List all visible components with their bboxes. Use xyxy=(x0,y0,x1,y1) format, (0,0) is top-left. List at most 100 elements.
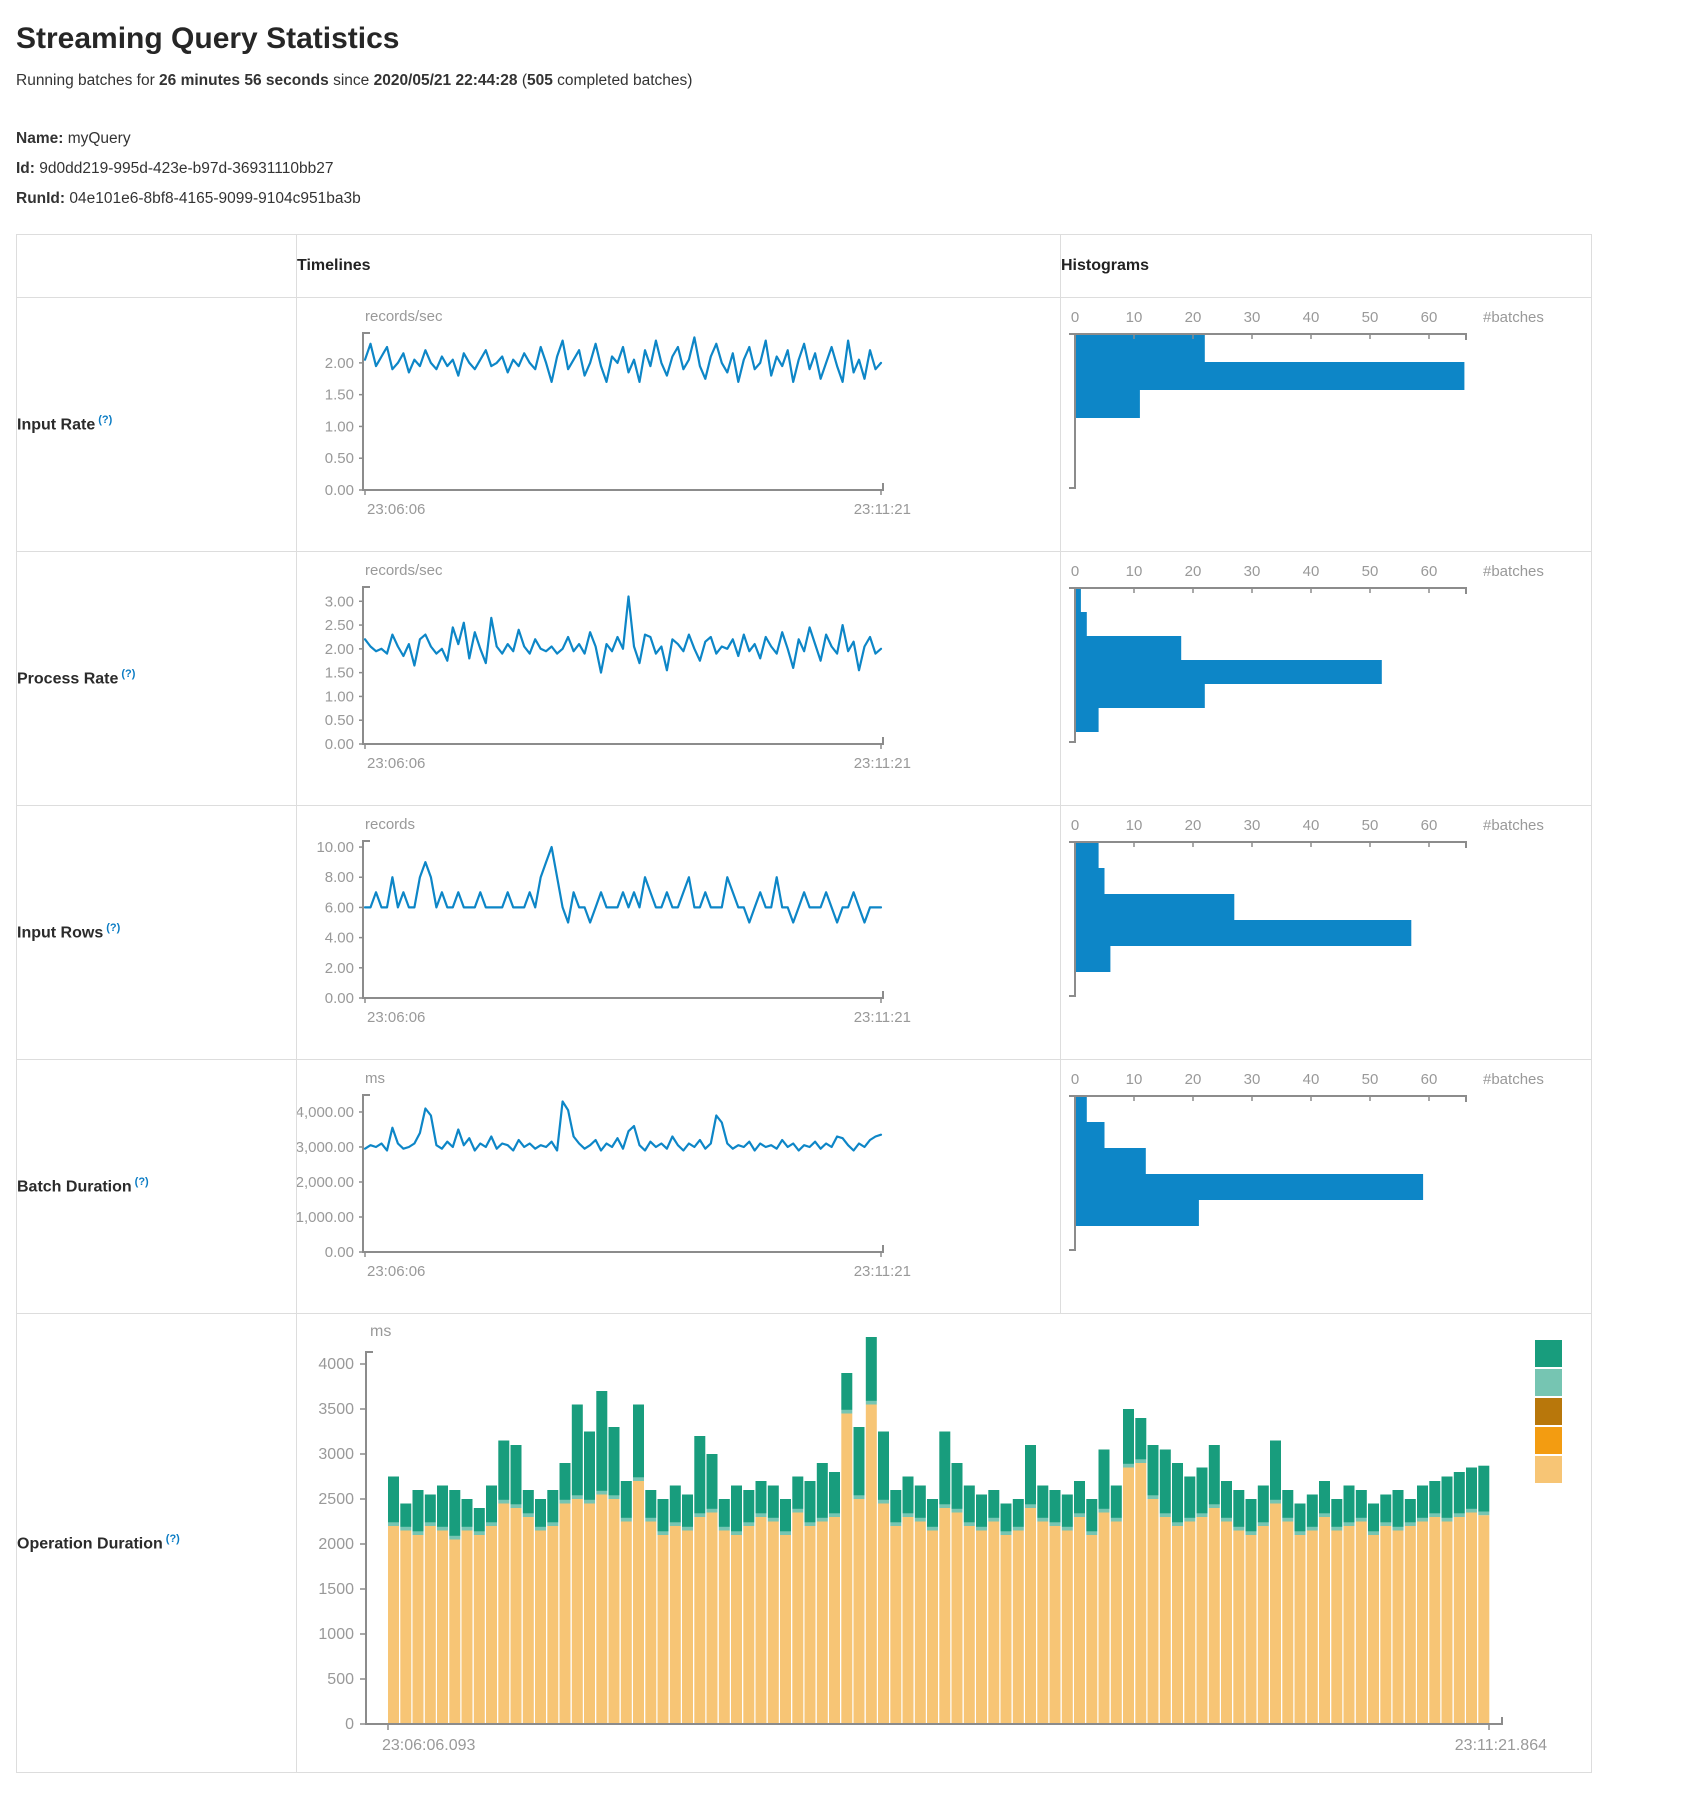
histogram-bar xyxy=(1075,842,1099,868)
op-bar-segment-mid xyxy=(1246,1531,1257,1535)
help-tooltip-icon[interactable]: (?) xyxy=(121,668,135,680)
op-bar-segment-bottom xyxy=(1405,1526,1416,1724)
op-bar-segment-mid xyxy=(817,1518,828,1522)
op-bar-segment-bottom xyxy=(1393,1531,1404,1725)
histogram-bar xyxy=(1075,1174,1423,1200)
op-bar-segment-mid xyxy=(1393,1527,1404,1531)
op-bar-segment-top xyxy=(1050,1490,1061,1522)
op-bar-segment-top xyxy=(400,1504,411,1527)
help-tooltip-icon[interactable]: (?) xyxy=(106,922,120,934)
help-tooltip-icon[interactable]: (?) xyxy=(135,1176,149,1188)
op-bar-segment-mid xyxy=(1135,1459,1146,1463)
op-bar-segment-top xyxy=(596,1391,607,1491)
op-bar-segment-top xyxy=(1295,1504,1306,1532)
help-tooltip-icon[interactable]: (?) xyxy=(98,414,112,426)
op-bar-segment-bottom xyxy=(498,1504,509,1725)
op-bar-segment-top xyxy=(927,1499,938,1527)
op-bar-segment-top xyxy=(413,1490,424,1531)
histogram-bar xyxy=(1075,636,1181,660)
op-bar-segment-top xyxy=(584,1432,595,1500)
op-bar-segment-bottom xyxy=(437,1531,448,1725)
op-bar-segment-top xyxy=(474,1508,485,1531)
help-tooltip-icon[interactable]: (?) xyxy=(166,1533,180,1545)
svg-text:2.00: 2.00 xyxy=(325,960,354,977)
row-label-input-rate: Input Rate(?) xyxy=(17,298,297,552)
op-bar-segment-top xyxy=(854,1427,865,1495)
op-bar-segment-bottom xyxy=(682,1531,693,1725)
op-bar-segment-bottom xyxy=(560,1504,571,1725)
svg-text:3500: 3500 xyxy=(318,1401,354,1418)
op-bar-segment-top xyxy=(1282,1490,1293,1518)
op-bar-segment-top xyxy=(1454,1472,1465,1513)
batches-axis-label: #batches xyxy=(1483,309,1544,326)
op-bar-segment-top xyxy=(1429,1481,1440,1513)
svg-text:50: 50 xyxy=(1362,309,1379,326)
op-bar-segment-mid xyxy=(841,1410,852,1414)
op-bar-segment-top xyxy=(1197,1468,1208,1514)
op-bar-segment-bottom xyxy=(964,1526,975,1724)
op-bar-segment-top xyxy=(1442,1477,1453,1518)
op-bar-segment-bottom xyxy=(1013,1531,1024,1725)
legend-swatch-1 xyxy=(1535,1369,1562,1396)
op-bar-segment-mid xyxy=(878,1500,889,1504)
op-bar-segment-mid xyxy=(694,1513,705,1517)
x-label-left: 23:06:06 xyxy=(367,501,425,518)
op-bar-segment-bottom xyxy=(829,1517,840,1724)
svg-text:0.00: 0.00 xyxy=(325,482,354,499)
op-bar-segment-mid xyxy=(1172,1522,1183,1526)
op-bar-segment-bottom xyxy=(1344,1526,1355,1724)
svg-text:40: 40 xyxy=(1303,1071,1320,1088)
svg-text:2.00: 2.00 xyxy=(325,355,354,372)
svg-text:1500: 1500 xyxy=(318,1581,354,1598)
op-bar-segment-mid xyxy=(535,1527,546,1531)
op-bar-segment-bottom xyxy=(707,1513,718,1725)
svg-text:0.50: 0.50 xyxy=(325,712,354,729)
op-bar-segment-bottom xyxy=(988,1522,999,1725)
op-bar-segment-mid xyxy=(511,1504,522,1508)
op-bar-segment-mid xyxy=(609,1495,620,1499)
op-bar-segment-bottom xyxy=(1062,1531,1073,1725)
op-bar-segment-bottom xyxy=(731,1535,742,1724)
summary-suffix: completed batches) xyxy=(553,72,693,89)
svg-text:10: 10 xyxy=(1126,1071,1143,1088)
op-bar-segment-top xyxy=(1344,1486,1355,1523)
op-bar-segment-bottom xyxy=(670,1526,681,1724)
op-bar-segment-bottom xyxy=(584,1504,595,1725)
timeline-series-batch-duration xyxy=(365,1102,881,1151)
op-bar-segment-mid xyxy=(523,1513,534,1517)
op-bar-segment-top xyxy=(1001,1504,1012,1532)
op-bar-segment-mid xyxy=(449,1536,460,1540)
query-runid-line: RunId: 04e101e6-8bf8-4165-9099-9104c951b… xyxy=(16,184,1677,214)
query-id-label: Id: xyxy=(16,160,35,177)
histogram-bar xyxy=(1075,708,1099,732)
svg-text:0: 0 xyxy=(1071,563,1079,580)
op-bar-segment-top xyxy=(829,1472,840,1513)
op-bar-segment-top xyxy=(1368,1504,1379,1532)
op-bar-segment-top xyxy=(572,1405,583,1496)
query-id-line: Id: 9d0dd219-995d-423e-b97d-36931110bb27 xyxy=(16,154,1677,184)
x-label-left: 23:06:06.093 xyxy=(382,1737,476,1754)
op-bar-segment-top xyxy=(609,1427,620,1495)
op-bar-segment-top xyxy=(1246,1499,1257,1531)
op-bar-segment-mid xyxy=(890,1522,901,1526)
op-bar-segment-bottom xyxy=(1246,1535,1257,1724)
op-bar-segment-bottom xyxy=(854,1499,865,1724)
op-bar-segment-mid xyxy=(1001,1531,1012,1535)
histogram-bar xyxy=(1075,334,1205,362)
op-bar-segment-bottom xyxy=(1123,1468,1134,1725)
query-name-label: Name: xyxy=(16,130,63,147)
op-bar-segment-mid xyxy=(854,1495,865,1499)
op-bar-segment-top xyxy=(1184,1477,1195,1518)
op-bar-segment-bottom xyxy=(1197,1517,1208,1724)
histogram-cell-process-rate: 0102030405060#batches xyxy=(1061,552,1592,806)
timeline-chart-input-rows: records10.008.006.004.002.000.0023:06:06… xyxy=(297,806,1059,1059)
svg-text:2.00: 2.00 xyxy=(325,641,354,658)
op-bar-segment-bottom xyxy=(768,1522,779,1725)
op-bar-segment-bottom xyxy=(1307,1531,1318,1725)
op-bar-segment-bottom xyxy=(780,1535,791,1724)
op-bar-segment-bottom xyxy=(1466,1513,1477,1725)
column-header-histograms: Histograms xyxy=(1061,235,1592,298)
svg-text:3.00: 3.00 xyxy=(325,593,354,610)
timeline-chart-input-rate: records/sec2.001.501.000.500.0023:06:062… xyxy=(297,298,1059,551)
histogram-bar xyxy=(1075,612,1087,636)
